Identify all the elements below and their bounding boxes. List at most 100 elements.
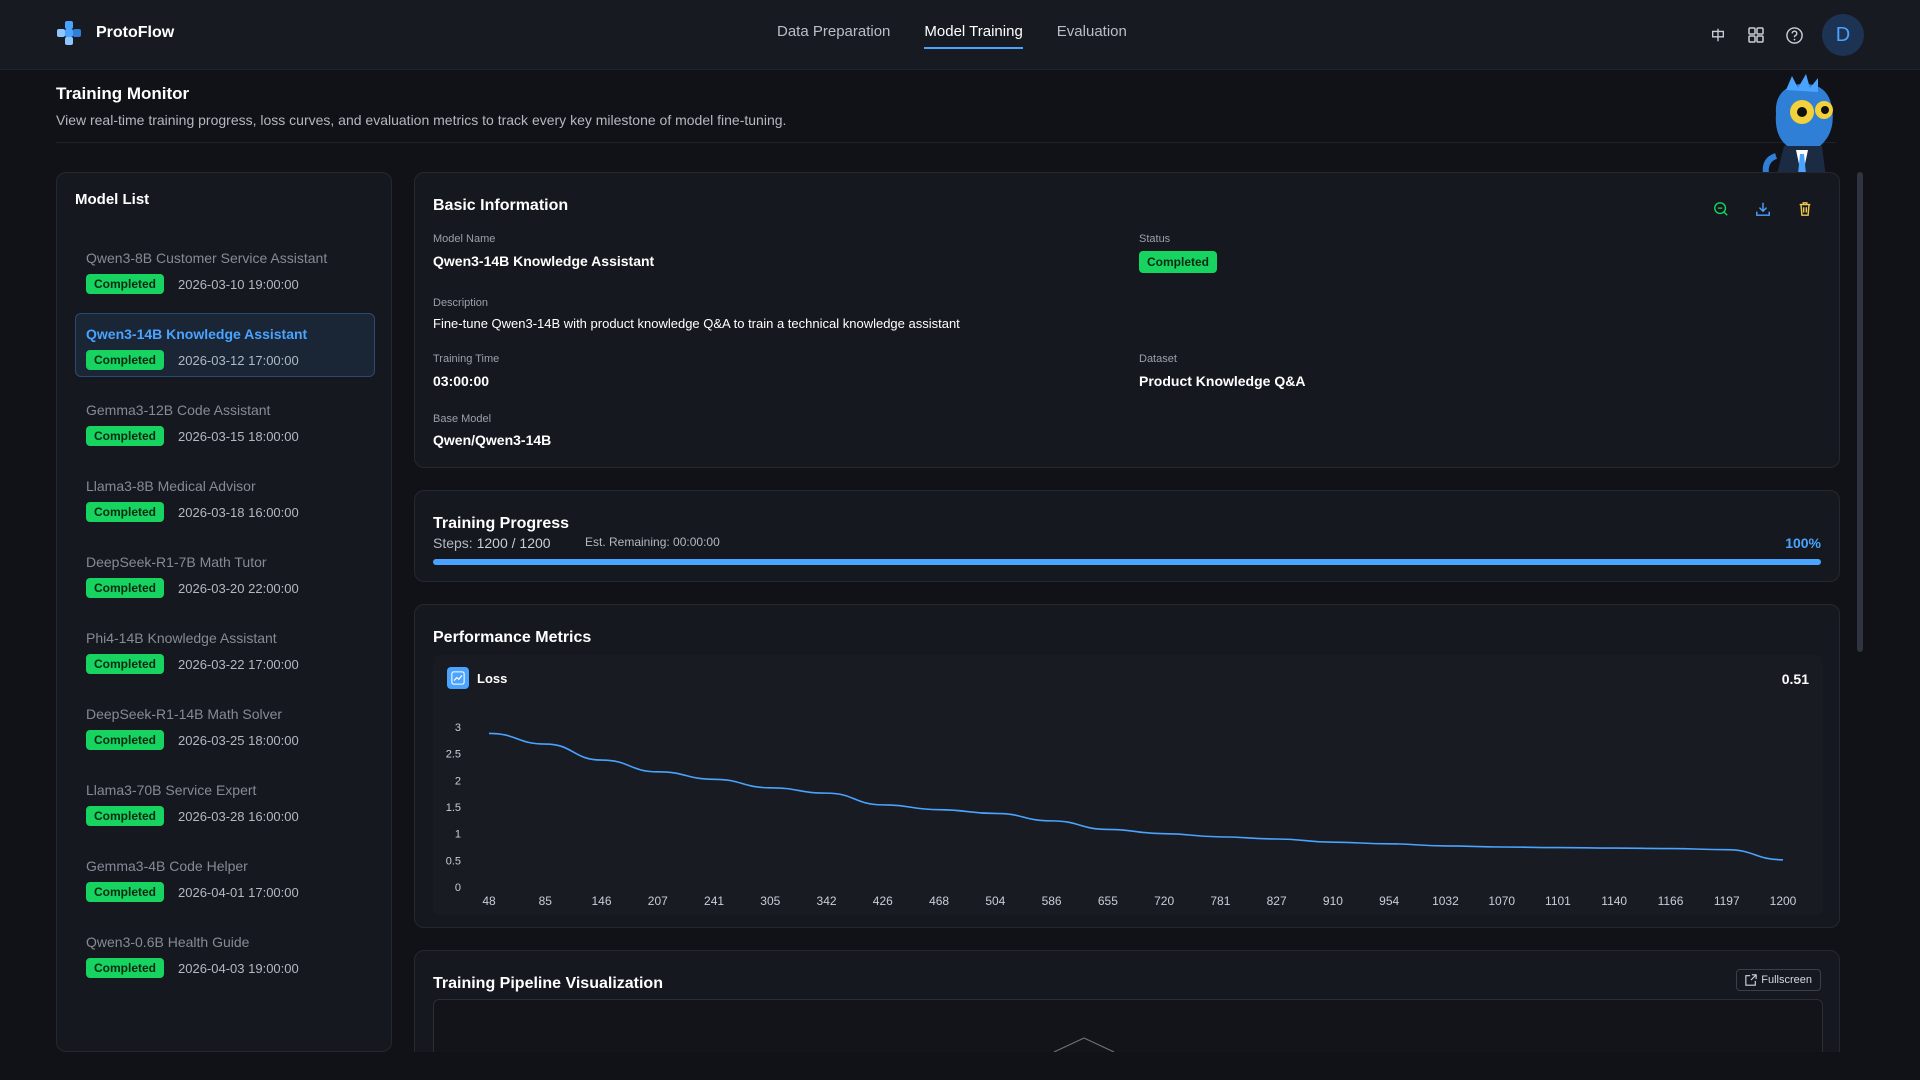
description-label: Description [433, 297, 489, 309]
eta-label: Est. Remaining: [585, 535, 670, 549]
model-name-value: Qwen3-14B Knowledge Assistant [433, 253, 655, 269]
protoflow-logo-icon [57, 21, 81, 45]
performance-metrics-card: Performance Metrics Loss 0.51 0 0.5 1 1.5 2 2… [414, 604, 1840, 928]
model-list-item-selected[interactable]: Qwen3-14B Knowledge Assistant Completed 2… [75, 313, 375, 377]
model-date: 2026-03-12 17:00:00 [178, 352, 299, 368]
tab-label: Data Preparation [777, 22, 891, 40]
steps-label: Steps: [433, 535, 473, 551]
tab-evaluation[interactable]: Evaluation [1040, 0, 1144, 70]
header-actions: D [1708, 14, 1864, 56]
model-list-item[interactable]: DeepSeek-R1-14B Math Solver Completed 202… [75, 693, 375, 757]
tab-data-preparation[interactable]: Data Preparation [760, 0, 907, 70]
loss-chart-panel: Loss 0.51 0 0.5 1 1.5 2 2.5 3 48 85 146 207 241 305 3… [433, 655, 1823, 915]
info-actions [1711, 199, 1815, 219]
x-tick-label: 1200 [1770, 894, 1797, 908]
apps-grid-icon[interactable] [1746, 25, 1766, 45]
progress-percent: 100% [1785, 535, 1821, 551]
base-model-value: Qwen/Qwen3-14B [433, 432, 552, 448]
x-tick-label: 342 [817, 894, 837, 908]
model-date: 2026-03-20 22:00:00 [178, 580, 299, 596]
status-badge: Completed [86, 882, 165, 902]
model-name: Phi4-14B Knowledge Assistant [86, 630, 277, 646]
delete-icon[interactable] [1795, 199, 1815, 219]
divider [56, 142, 1836, 143]
card-title: Training Pipeline Visualization [433, 975, 663, 992]
page-scrollbar[interactable] [1857, 172, 1863, 652]
base-model-label: Base Model [433, 413, 492, 425]
model-name: Qwen3-0.6B Health Guide [86, 934, 250, 950]
y-tick-label: 3 [455, 722, 461, 734]
page-subtitle: View real-time training progress, loss c… [56, 112, 787, 128]
model-list-item[interactable]: Llama3-8B Medical Advisor Completed 2026-… [75, 465, 375, 529]
model-date: 2026-04-03 19:00:00 [178, 960, 299, 976]
status-badge: Completed [86, 806, 165, 826]
fullscreen-icon [1745, 974, 1757, 986]
model-date: 2026-03-28 16:00:00 [178, 808, 299, 824]
dataset-value: Product Knowledge Q&A [1139, 373, 1306, 389]
training-time-value: 03:00:00 [433, 373, 490, 389]
model-date: 2026-03-25 18:00:00 [178, 732, 299, 748]
status-badge: Completed [86, 654, 165, 674]
model-date: 2026-04-01 17:00:00 [178, 884, 299, 900]
brand[interactable]: ProtoFlow [56, 20, 174, 46]
y-tick-label: 1.5 [446, 802, 461, 814]
x-tick-label: 910 [1323, 894, 1343, 908]
model-list-item[interactable]: Qwen3-8B Customer Service Assistant Comp… [75, 237, 375, 301]
tab-model-training[interactable]: Model Training [907, 0, 1039, 70]
status-label: Status [1139, 233, 1171, 245]
model-list-item[interactable]: Phi4-14B Knowledge Assistant Completed 20… [75, 617, 375, 681]
model-date: 2026-03-18 16:00:00 [178, 504, 299, 520]
language-icon[interactable] [1708, 25, 1728, 45]
status-badge: Completed [86, 502, 165, 522]
main-nav-tabs: Data Preparation Model Training Evaluati… [760, 0, 1144, 70]
page-title: Training Monitor [56, 84, 190, 103]
model-name: Llama3-8B Medical Advisor [86, 478, 256, 494]
app-name: ProtoFlow [96, 24, 175, 41]
x-tick-label: 954 [1379, 894, 1399, 908]
loss-series-line [488, 732, 1784, 861]
chat-test-icon[interactable] [1711, 199, 1731, 219]
y-tick-label: 0 [455, 882, 461, 894]
model-list-panel: Model List Qwen3-8B Customer Service Ass… [56, 172, 392, 1052]
tab-label: Model Training [924, 22, 1023, 40]
model-list-item[interactable]: Llama3-70B Service Expert Completed 2026-… [75, 769, 375, 833]
x-tick-label: 655 [1098, 894, 1118, 908]
model-name: DeepSeek-R1-14B Math Solver [86, 706, 283, 722]
status-badge: Completed [86, 958, 165, 978]
model-list-item[interactable]: Qwen3-0.6B Health Guide Completed 2026-04… [75, 921, 375, 985]
x-tick-label: 504 [985, 894, 1005, 908]
training-progress-card: Training Progress Steps: 1200 / 1200 Est… [414, 490, 1840, 582]
x-tick-label: 1166 [1658, 894, 1684, 908]
model-list-item[interactable]: Gemma3-4B Code Helper Completed 2026-04-0… [75, 845, 375, 909]
model-date: 2026-03-15 18:00:00 [178, 428, 299, 444]
top-navigation-bar: ProtoFlow Data Preparation Model Trainin… [0, 0, 1920, 70]
fullscreen-button[interactable]: Fullscreen [1736, 969, 1821, 991]
x-tick-label: 1032 [1432, 894, 1459, 908]
user-avatar[interactable]: D [1822, 14, 1864, 56]
y-tick-label: 2 [455, 775, 461, 787]
progress-eta: Est. Remaining: 00:00:00 [585, 535, 720, 549]
model-name: DeepSeek-R1-7B Math Tutor [86, 554, 267, 570]
model-list-item[interactable]: Gemma3-12B Code Assistant Completed 2026-… [75, 389, 375, 453]
model-list-title: Model List [75, 191, 150, 208]
status-badge: Completed [86, 730, 165, 750]
tab-label: Evaluation [1056, 22, 1127, 40]
x-tick-label: 146 [592, 894, 612, 908]
eta-value: 00:00:00 [673, 535, 720, 549]
download-icon[interactable] [1753, 199, 1773, 219]
card-title: Performance Metrics [433, 629, 592, 646]
status-badge: Completed [1139, 251, 1218, 273]
x-tick-label: 781 [1210, 894, 1230, 908]
y-tick-label: 0.5 [446, 855, 461, 867]
help-icon[interactable] [1784, 25, 1804, 45]
progress-bar-fill [433, 559, 1821, 565]
model-list: Qwen3-8B Customer Service Assistant Comp… [75, 237, 375, 997]
status-badge: Completed [86, 426, 165, 446]
model-list-item[interactable]: DeepSeek-R1-7B Math Tutor Completed 2026-… [75, 541, 375, 605]
description-value: Fine-tune Qwen3-14B with product knowled… [433, 316, 960, 331]
dataset-label: Dataset [1139, 353, 1177, 365]
x-tick-label: 48 [482, 894, 496, 908]
y-tick-label: 1 [455, 829, 461, 841]
x-tick-label: 207 [648, 894, 668, 908]
x-tick-label: 1101 [1545, 894, 1571, 908]
